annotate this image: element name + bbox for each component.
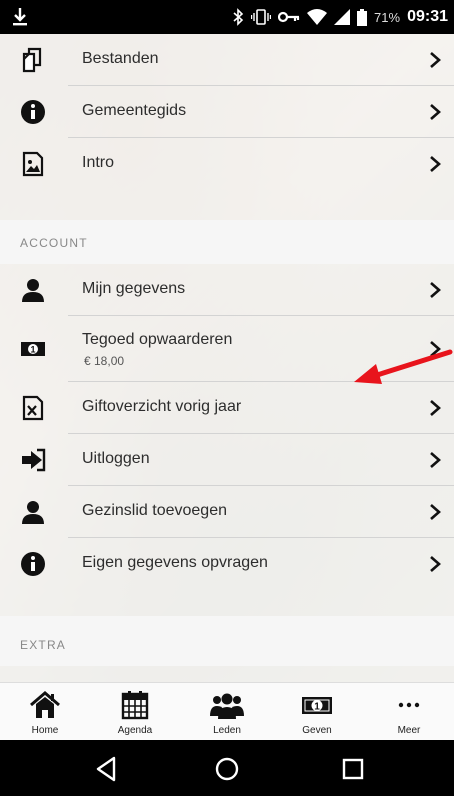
menu-item-label: Mijn gegevens — [82, 280, 186, 297]
section-header-account: ACCOUNT — [0, 220, 454, 264]
chevron-right-icon — [430, 282, 441, 298]
wifi-icon — [307, 9, 328, 25]
account-items-group: Mijn gegevens 1 Tegoed opwaarderen € 18,… — [0, 264, 454, 616]
tab-label: Home — [31, 725, 59, 736]
tab-label: Geven — [302, 725, 332, 736]
files-icon — [22, 47, 42, 73]
home-button-icon[interactable] — [212, 754, 242, 784]
section-title: EXTRA — [20, 638, 67, 652]
extra-items-group — [0, 666, 454, 682]
info-icon — [21, 552, 45, 576]
signal-icon — [334, 9, 351, 25]
image-file-icon — [22, 151, 44, 177]
tab-meer[interactable]: Meer — [364, 683, 454, 741]
svg-text:1: 1 — [30, 345, 35, 355]
clock: 09:31 — [407, 8, 448, 25]
menu-item-gemeentegids[interactable]: Gemeentegids — [0, 86, 454, 138]
battery-icon — [357, 8, 368, 26]
tab-label: Agenda — [117, 725, 153, 736]
battery-percent: 71% — [374, 9, 401, 25]
menu-item-mijn-gegevens[interactable]: Mijn gegevens — [0, 264, 454, 316]
chevron-right-icon — [430, 52, 441, 68]
chevron-right-icon — [430, 400, 441, 416]
bluetooth-icon — [233, 8, 244, 26]
menu-item-label: Intro — [82, 154, 115, 171]
person-icon — [22, 279, 44, 302]
menu-item-label: Eigen gegevens opvragen — [82, 554, 268, 571]
calendar-icon — [121, 691, 149, 720]
chevron-right-icon — [430, 504, 441, 520]
tab-label: Leden — [213, 725, 241, 736]
section-title: ACCOUNT — [20, 236, 88, 250]
menu-item-label: Tegoed opwaarderen — [82, 331, 233, 348]
menu-item-label: Gezinslid toevoegen — [82, 502, 227, 519]
excel-file-icon — [22, 395, 44, 421]
back-icon[interactable] — [92, 754, 122, 784]
vpn-key-icon — [278, 11, 300, 23]
system-navigation-bar — [0, 740, 454, 796]
home-icon — [30, 691, 60, 718]
menu-item-label: Giftoverzicht vorig jaar — [82, 398, 242, 415]
chevron-right-icon — [430, 156, 441, 172]
menu-item-label: Gemeentegids — [82, 102, 187, 119]
menu-item-intro[interactable]: Intro — [0, 138, 454, 190]
status-bar: 71% 09:31 — [0, 0, 454, 34]
download-icon — [13, 8, 27, 26]
menu-item-uitloggen[interactable]: Uitloggen — [0, 434, 454, 486]
top-items-group: Bestanden Gemeentegids Intro — [0, 34, 454, 220]
red-arrow-annotation — [354, 349, 453, 384]
menu-item-gezinslid-toevoegen[interactable]: Gezinslid toevoegen — [0, 486, 454, 538]
tab-label: Meer — [397, 725, 421, 736]
section-header-extra: EXTRA — [0, 616, 454, 666]
info-icon — [21, 100, 45, 124]
logout-icon — [22, 448, 46, 472]
tab-geven[interactable]: 1 Geven — [272, 683, 362, 741]
menu-item-eigen-gegevens-opvragen[interactable]: Eigen gegevens opvragen — [0, 538, 454, 590]
menu-item-label: Uitloggen — [82, 450, 150, 467]
chevron-right-icon — [430, 452, 441, 468]
menu-item-bestanden[interactable]: Bestanden — [0, 34, 454, 86]
menu-item-label: Bestanden — [82, 50, 159, 67]
person-icon — [22, 501, 44, 524]
more-icon — [398, 702, 420, 708]
menu-list[interactable]: Bestanden Gemeentegids Intro ACCOUNT Mij… — [0, 34, 454, 682]
vibrate-icon — [251, 9, 272, 25]
chevron-right-icon — [430, 556, 441, 572]
tab-leden[interactable]: Leden — [182, 683, 272, 741]
group-icon — [210, 693, 244, 719]
balance-value: € 18,00 — [84, 354, 125, 368]
money-icon: 1 — [21, 342, 45, 356]
chevron-right-icon — [430, 104, 441, 120]
bottom-tab-bar: Home Agenda Leden 1 Geven Meer — [0, 682, 454, 741]
tab-home[interactable]: Home — [0, 683, 90, 741]
recents-icon[interactable] — [338, 754, 368, 784]
money-icon: 1 — [302, 697, 332, 714]
tab-agenda[interactable]: Agenda — [90, 683, 180, 741]
svg-text:1: 1 — [314, 702, 320, 713]
